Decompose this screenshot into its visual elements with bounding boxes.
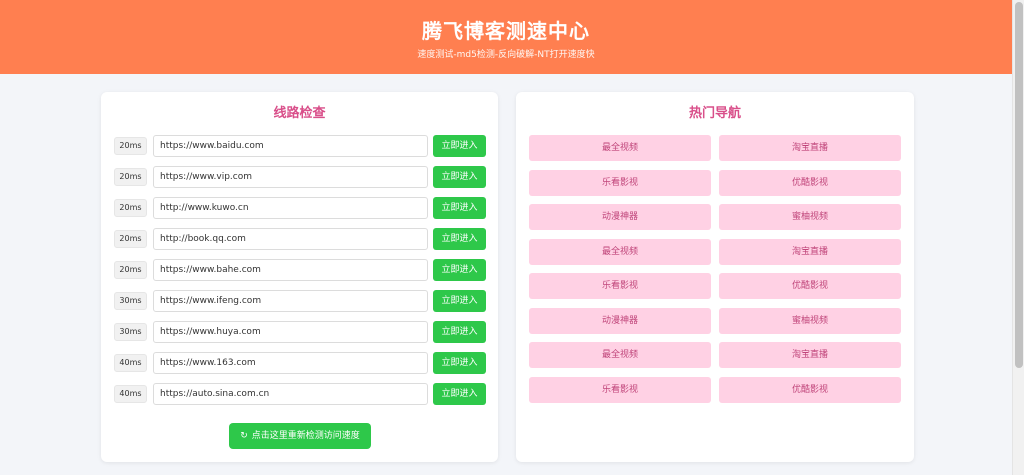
nav-link[interactable]: 乐看影视	[529, 273, 711, 299]
line-row: 40ms 立即进入	[114, 383, 487, 405]
url-input[interactable]	[153, 166, 428, 188]
nav-link[interactable]: 蜜柚视频	[719, 307, 901, 334]
latency-badge: 30ms	[114, 323, 147, 341]
latency-badge: 20ms	[114, 230, 147, 248]
enter-button[interactable]: 立即进入	[433, 352, 486, 374]
latency-badge: 20ms	[114, 199, 147, 217]
url-input[interactable]	[153, 228, 428, 250]
enter-button[interactable]: 立即进入	[433, 228, 486, 250]
refresh-icon: ↻	[240, 431, 248, 441]
nav-link[interactable]: 优酷影视	[719, 169, 901, 196]
url-input[interactable]	[153, 290, 428, 312]
line-row: 20ms 立即进入	[114, 135, 487, 157]
nav-link[interactable]: 乐看影视	[529, 376, 711, 403]
enter-button[interactable]: 立即进入	[433, 290, 486, 312]
line-row: 30ms 立即进入	[114, 290, 487, 312]
latency-badge: 20ms	[114, 137, 147, 155]
nav-link[interactable]: 最全视频	[529, 135, 711, 161]
nav-link[interactable]: 淘宝直播	[719, 135, 901, 161]
nav-link[interactable]: 动漫神器	[529, 204, 711, 230]
line-check-card: 线路检查 20ms立即进入20ms立即进入20ms立即进入20ms立即进入20m…	[101, 92, 498, 462]
latency-badge: 30ms	[114, 292, 147, 310]
scrollbar-thumb[interactable]	[1015, 2, 1023, 368]
url-input[interactable]	[153, 321, 428, 343]
enter-button[interactable]: 立即进入	[433, 197, 486, 219]
latency-badge: 20ms	[114, 261, 147, 279]
url-input[interactable]	[153, 383, 428, 405]
hot-nav-card: 热门导航 最全视频 淘宝直播 乐看影视 优酷影视 动漫神器 蜜柚视频 最全视频 淘宝直播 乐看影…	[516, 92, 914, 462]
nav-link[interactable]: 优酷影视	[719, 273, 901, 299]
enter-button[interactable]: 立即进入	[433, 259, 486, 281]
url-input[interactable]	[153, 259, 428, 281]
url-input[interactable]	[153, 352, 428, 374]
nav-link[interactable]: 优酷影视	[719, 376, 901, 403]
recheck-label: 点击这里重新检测访问速度	[251, 431, 360, 441]
nav-link[interactable]: 淘宝直播	[719, 238, 901, 265]
page-scrollbar[interactable]	[1012, 0, 1024, 475]
hot-nav-title: 热门导航	[688, 106, 741, 121]
line-row: 20ms 立即进入	[114, 259, 487, 281]
page-header: 腾飞博客测速中心 速度测试-md5检测-反向破解-NT打开速度快	[0, 0, 1012, 74]
enter-button[interactable]: 立即进入	[433, 383, 486, 405]
latency-badge: 40ms	[114, 385, 147, 403]
line-check-title: 线路检查	[273, 106, 326, 121]
line-row: 20ms 立即进入	[114, 197, 487, 219]
nav-link[interactable]: 最全视频	[529, 342, 711, 368]
line-row: 40ms 立即进入	[114, 352, 487, 374]
nav-link[interactable]: 蜜柚视频	[719, 204, 901, 230]
latency-badge: 40ms	[114, 354, 147, 372]
line-row: 20ms 立即进入	[114, 166, 487, 188]
url-input[interactable]	[153, 197, 428, 219]
url-input[interactable]	[153, 135, 428, 157]
page-title: 腾飞博客测速中心	[422, 19, 590, 43]
enter-button[interactable]: 立即进入	[433, 166, 486, 188]
enter-button[interactable]: 立即进入	[433, 135, 486, 157]
line-row: 20ms 立即进入	[114, 228, 487, 250]
latency-badge: 20ms	[114, 168, 147, 186]
page-subtitle: 速度测试-md5检测-反向破解-NT打开速度快	[417, 50, 595, 60]
enter-button[interactable]: 立即进入	[433, 321, 486, 343]
recheck-speed-button[interactable]: ↻ 点击这里重新检测访问速度	[229, 423, 371, 449]
nav-link[interactable]: 动漫神器	[529, 307, 711, 334]
nav-link[interactable]: 最全视频	[529, 238, 711, 265]
nav-link[interactable]: 乐看影视	[529, 169, 711, 196]
nav-link[interactable]: 淘宝直播	[719, 342, 901, 368]
line-row: 30ms 立即进入	[114, 321, 487, 343]
